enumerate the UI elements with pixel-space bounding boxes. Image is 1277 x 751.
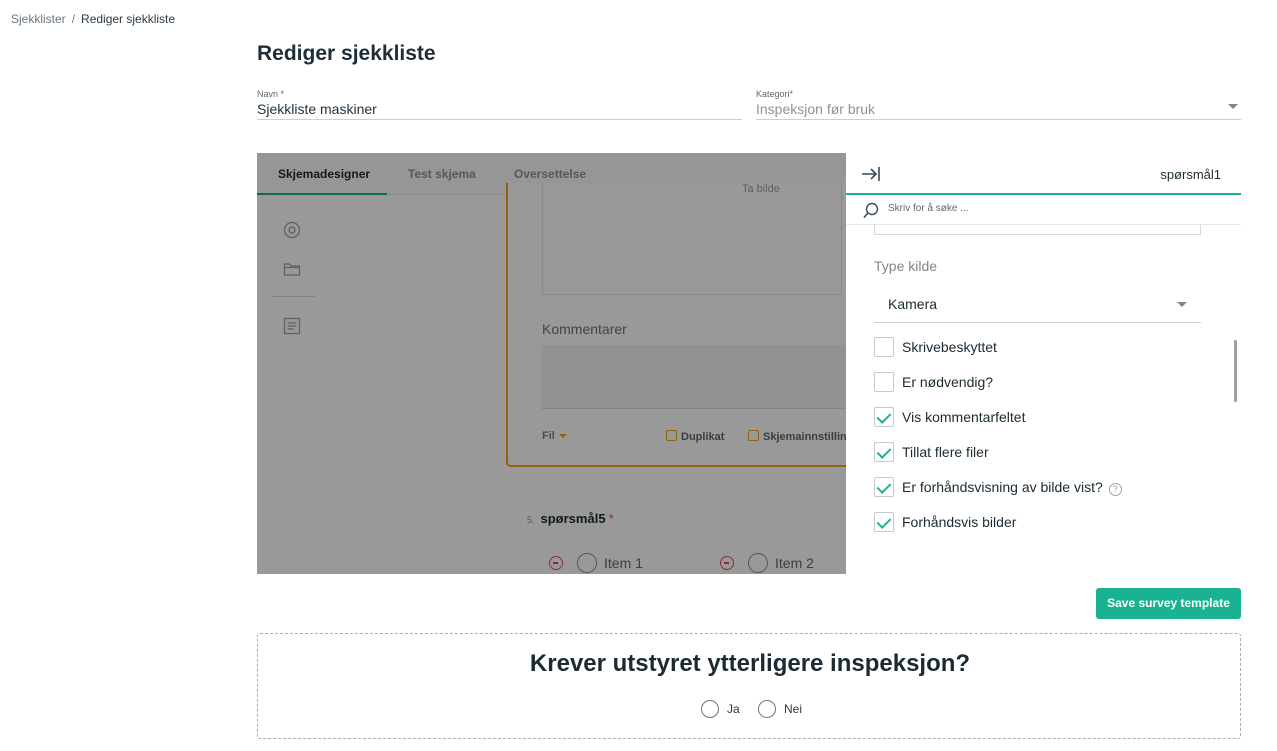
checkbox[interactable]	[874, 372, 894, 392]
selected-element-name: spørsmål1	[1160, 167, 1221, 182]
checkbox-read-only[interactable]: Skrivebeskyttet	[874, 337, 997, 359]
preview-option-ja[interactable]: Ja	[701, 700, 740, 718]
category-select[interactable]: Kategori* Inspeksjon før bruk	[756, 89, 1241, 120]
radio-button[interactable]	[758, 700, 776, 718]
category-field-label: Kategori*	[756, 89, 794, 99]
name-field-value[interactable]: Sjekkliste maskiner	[257, 101, 742, 117]
help-icon[interactable]: ?	[1108, 483, 1122, 496]
search-input[interactable]: Skriv for å søke ...	[888, 203, 969, 214]
panel-scrollbar[interactable]	[1234, 340, 1237, 402]
checkbox-allow-multiple[interactable]: Tillat flere filer	[874, 442, 989, 464]
checkbox-image-preview-shown[interactable]: Er forhåndsvisning av bilde vist??	[874, 477, 1122, 499]
modal-overlay[interactable]	[257, 153, 846, 574]
property-search[interactable]: Skriv for å søke ...	[846, 195, 1241, 225]
preview-question-box: Krever utstyret ytterligere inspeksjon? …	[257, 633, 1241, 739]
collapse-panel-icon[interactable]	[860, 164, 882, 184]
name-field[interactable]: Navn * Sjekkliste maskiner	[257, 89, 742, 120]
chevron-down-icon[interactable]	[1177, 302, 1187, 307]
save-template-button[interactable]: Save survey template	[1096, 588, 1241, 619]
chevron-down-icon[interactable]	[1228, 104, 1238, 109]
property-panel-header: spørsmål1	[846, 153, 1241, 195]
checkbox-checked[interactable]	[874, 407, 894, 427]
checkbox[interactable]	[874, 337, 894, 357]
name-field-label: Navn *	[257, 89, 285, 99]
checkbox-checked[interactable]	[874, 512, 894, 532]
category-select-value[interactable]: Inspeksjon før bruk	[756, 101, 1241, 117]
source-type-value[interactable]: Kamera	[888, 296, 937, 312]
property-input[interactable]	[874, 225, 1201, 235]
preview-question-title: Krever utstyret ytterligere inspeksjon?	[529, 650, 971, 677]
breadcrumb-current: Rediger sjekkliste	[81, 12, 176, 26]
property-panel: spørsmål1 Skriv for å søke ... Type kild…	[846, 153, 1241, 539]
checkbox-show-comment[interactable]: Vis kommentarfeltet	[874, 407, 1025, 429]
preview-option-nei[interactable]: Nei	[758, 700, 802, 718]
checkbox-preview-images[interactable]: Forhåndsvis bilder	[874, 512, 1016, 534]
checkbox-checked[interactable]	[874, 477, 894, 497]
breadcrumb-separator: /	[71, 12, 76, 26]
breadcrumb-root-link[interactable]: Sjekklister	[11, 12, 66, 26]
source-type-label: Type kilde	[874, 258, 938, 274]
checkbox-required[interactable]: Er nødvendig?	[874, 372, 993, 394]
radio-button[interactable]	[701, 700, 719, 718]
breadcrumb: Sjekklister / Rediger sjekkliste	[11, 12, 175, 26]
source-type-select[interactable]: Kamera	[874, 284, 1201, 323]
page-title: Rediger sjekkliste	[257, 42, 436, 65]
search-icon	[863, 202, 879, 219]
checkbox-checked[interactable]	[874, 442, 894, 462]
